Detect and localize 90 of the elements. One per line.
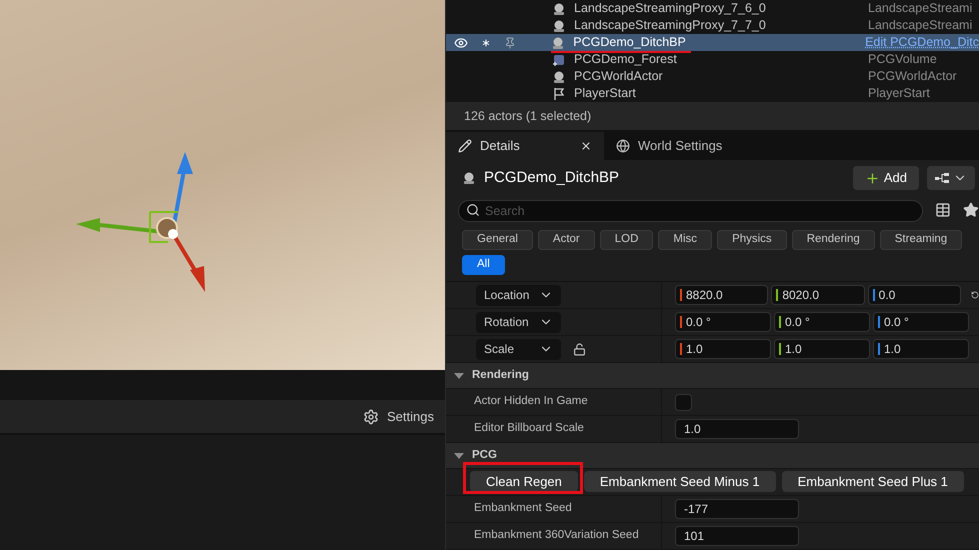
axis-marker bbox=[878, 316, 880, 328]
star-icon[interactable] bbox=[963, 202, 979, 218]
property-label: Embankment Seed bbox=[474, 501, 572, 516]
property-label: Editor Billboard Scale bbox=[474, 421, 584, 436]
settings-icon[interactable] bbox=[363, 408, 380, 424]
plus-icon bbox=[864, 170, 880, 186]
add-button[interactable]: Add bbox=[852, 166, 919, 190]
actor-count-status: 126 actors (1 selected) bbox=[464, 108, 592, 125]
filter-chip[interactable]: General bbox=[462, 230, 533, 250]
globe-icon bbox=[616, 139, 630, 153]
action-button[interactable]: Embankment Seed Plus 1 bbox=[782, 471, 964, 492]
axis-marker bbox=[779, 316, 781, 328]
actor-name: PCGDemo_DitchBP bbox=[573, 36, 686, 49]
actor-icon bbox=[551, 36, 566, 50]
table-icon[interactable] bbox=[935, 202, 952, 218]
close-icon[interactable] bbox=[580, 140, 592, 152]
number-field[interactable]: 1.0 bbox=[675, 339, 771, 359]
axis-marker bbox=[779, 343, 781, 355]
filter-chip[interactable]: All bbox=[462, 255, 505, 275]
blueprint-dropdown-button[interactable] bbox=[927, 166, 975, 190]
transform-mode-dropdown[interactable]: Location bbox=[476, 284, 561, 306]
filter-chip[interactable]: Rendering bbox=[792, 230, 875, 250]
actor-name: PCGDemo_Forest bbox=[574, 53, 677, 66]
actor-icon bbox=[552, 70, 566, 84]
action-button[interactable]: Clean Regen bbox=[470, 471, 578, 492]
unlock-icon[interactable] bbox=[573, 342, 586, 356]
transform-mode-dropdown[interactable]: Rotation bbox=[476, 312, 561, 332]
number-field[interactable]: 8020.0 bbox=[771, 285, 865, 305]
outliner-row[interactable]: LandscapeStreamingProxy_7_6_0 LandscapeStreami bbox=[446, 0, 979, 17]
outliner-row[interactable]: PCGDemo_Forest PCGVolume bbox=[446, 51, 979, 68]
number-field[interactable]: 0.0 ° bbox=[774, 312, 870, 332]
expand-triangle-icon[interactable] bbox=[454, 372, 464, 380]
axis-marker bbox=[776, 289, 778, 301]
actor-type: PlayerStart bbox=[868, 85, 930, 102]
property-label: Embankment 360Variation Seed bbox=[474, 528, 639, 544]
transform-mode-dropdown[interactable]: Scale bbox=[476, 338, 561, 360]
outliner-row[interactable]: PlayerStart PlayerStart bbox=[446, 85, 979, 102]
actor-name: PlayerStart bbox=[574, 87, 636, 100]
number-field[interactable]: -177 bbox=[675, 499, 799, 519]
panel-tab[interactable]: Details bbox=[446, 132, 604, 160]
actor-icon bbox=[462, 171, 476, 185]
axis-marker bbox=[680, 343, 682, 355]
actor-type: PCGVolume bbox=[868, 51, 937, 68]
panel-tab[interactable]: World Settings bbox=[604, 132, 734, 160]
actor-type: LandscapeStreami bbox=[868, 17, 972, 34]
outliner-row[interactable]: PCGDemo_DitchBP Edit PCGDemo_Ditc bbox=[446, 34, 979, 51]
pin-icon[interactable] bbox=[504, 36, 516, 48]
filter-chip[interactable]: Streaming bbox=[880, 230, 962, 250]
search-icon bbox=[466, 203, 480, 217]
pencil-icon bbox=[458, 139, 472, 153]
number-field[interactable]: 8820.0 bbox=[675, 285, 768, 305]
actor-icon bbox=[552, 18, 566, 32]
actor-name: PCGWorldActor bbox=[574, 70, 663, 83]
expand-triangle-icon[interactable] bbox=[454, 452, 464, 460]
filter-chip[interactable]: Physics bbox=[717, 230, 787, 250]
volume-icon bbox=[552, 52, 566, 66]
actor-title: PCGDemo_DitchBP bbox=[484, 168, 620, 188]
axis-marker bbox=[872, 289, 875, 301]
filter-chip[interactable]: Actor bbox=[538, 230, 595, 250]
actor-name: LandscapeStreamingProxy_7_6_0 bbox=[574, 2, 766, 15]
number-field[interactable]: 101 bbox=[675, 526, 799, 546]
filter-chip[interactable]: LOD bbox=[600, 230, 654, 250]
actor-type: PCGWorldActor bbox=[868, 68, 957, 86]
reset-icon[interactable] bbox=[971, 291, 979, 299]
axis-marker bbox=[878, 343, 880, 355]
number-field[interactable]: 0.0 ° bbox=[675, 312, 771, 332]
asterisk-icon bbox=[480, 36, 492, 48]
number-field[interactable]: 1.0 bbox=[675, 419, 799, 439]
checkbox[interactable] bbox=[675, 394, 692, 410]
actor-name: LandscapeStreamingProxy_7_7_0 bbox=[574, 19, 766, 32]
section-title: Rendering bbox=[472, 368, 529, 383]
hierarchy-icon bbox=[935, 172, 949, 184]
eye-icon[interactable] bbox=[454, 36, 468, 50]
outliner-row[interactable]: PCGWorldActor PCGWorldActor bbox=[446, 68, 979, 85]
axis-marker bbox=[680, 316, 682, 328]
flag-icon bbox=[552, 86, 566, 100]
action-button[interactable]: Embankment Seed Minus 1 bbox=[584, 471, 776, 492]
property-label: Actor Hidden In Game bbox=[474, 394, 588, 410]
number-field[interactable]: 0.0 ° bbox=[873, 312, 969, 332]
search-field[interactable]: Search bbox=[458, 200, 924, 222]
outliner-row[interactable]: LandscapeStreamingProxy_7_7_0 LandscapeStreami bbox=[446, 17, 979, 34]
filter-chip[interactable]: Misc bbox=[658, 230, 712, 250]
number-field[interactable]: 0.0 bbox=[868, 285, 961, 305]
section-title: PCG bbox=[472, 448, 497, 463]
settings-label[interactable]: Settings bbox=[387, 406, 434, 426]
actor-type: LandscapeStreami bbox=[868, 0, 972, 18]
axis-marker bbox=[680, 289, 682, 301]
actor-icon bbox=[552, 2, 566, 16]
number-field[interactable]: 1.0 bbox=[873, 339, 969, 359]
number-field[interactable]: 1.0 bbox=[774, 339, 870, 359]
